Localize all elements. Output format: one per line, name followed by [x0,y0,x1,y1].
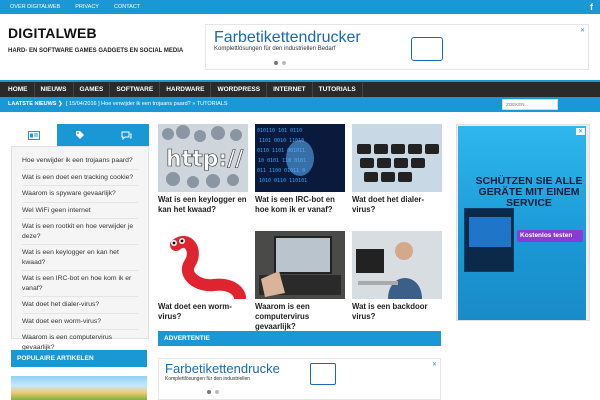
article-title[interactable]: Wat is een IRC-bot en hoe kom ik er vana… [255,195,345,215]
ad-carousel-dots[interactable] [274,61,286,65]
news-ticker: LAATSTE NIEUWS ❯ [ 15/04/2016 ] Hoe verw… [0,97,600,112]
top-link-privacy[interactable]: PRIVACY [75,4,99,10]
side-ad-cta-button[interactable]: Kostenlos testen [517,230,583,242]
article-title[interactable]: Waarom is een computervirus gevaarlijk? [255,302,345,331]
search-input[interactable] [502,99,558,110]
side-ad-headline: SCHÜTZEN SIE ALLE GERÄTE MIT EINEM SERVI… [475,175,583,209]
advertentie-header: ADVERTENTIE [158,331,441,346]
nav-home[interactable]: HOME [2,82,35,97]
site-title[interactable]: DIGITALWEB [8,25,183,41]
ad-close-icon[interactable]: ✕ [432,361,437,368]
tag-icon [76,131,84,139]
article-card[interactable]: Wat doet een worm-virus? [158,231,248,322]
tab-tags[interactable] [57,124,103,146]
article-title[interactable]: Wat doet het dialer-virus? [352,195,442,215]
article-thumbnail[interactable]: http:// [158,124,248,192]
nav-internet[interactable]: INTERNET [267,82,313,97]
tab-comments[interactable] [103,124,149,146]
svg-text:1010 0110 110101: 1010 0110 110101 [259,178,307,184]
bottom-ad-button[interactable] [310,363,336,385]
ad-close-icon[interactable]: ✕ [580,27,585,34]
side-ad-banner[interactable]: SCHÜTZEN SIE ALLE GERÄTE MIT EINEM SERVI… [458,126,586,320]
ticker-label: LAATSTE NIEUWS ❯ [8,101,63,107]
top-links: OVER DIGITALWEB PRIVACY CONTACT [10,4,140,10]
sidebar-post-link[interactable]: Wat is een rootkit en hoe verwijder je d… [22,219,138,245]
sidebar-post-link[interactable]: Wat is een keylogger en kan het kwaad? [22,245,138,271]
product-box-image [464,208,514,272]
sidebar-post-list: Hoe verwijder ik een trojaans paard? Wat… [11,146,149,351]
article-thumbnail[interactable] [255,231,345,299]
top-bar: OVER DIGITALWEB PRIVACY CONTACT f [0,0,600,14]
article-thumbnail[interactable] [352,231,442,299]
bottom-ad-subtitle: Komplettlösungen für den industriellen [165,376,251,382]
article-thumbnail[interactable]: 010110 101 0110 1101 0010 11010 0110 1101 … [255,124,345,192]
svg-text:http://: http:// [166,147,244,172]
article-card[interactable]: Waarom is een computervirus gevaarlijk? [255,231,345,331]
nav-hardware[interactable]: HARDWARE [160,82,212,97]
header-advertisement[interactable]: Farbetikettendrucker Komplettlösungen fü… [205,24,589,70]
header-ad-subtitle: Komplettlösungen für den industriellen B… [214,46,336,52]
sidebar-post-link[interactable]: Wat is een IRC-bot en hoe kom ik er vana… [22,271,138,297]
article-card[interactable]: Wat doet het dialer-virus? [352,124,442,215]
popular-article-thumbnail[interactable] [11,376,147,400]
ad-close-icon[interactable]: ✕ [575,128,585,135]
article-thumbnail[interactable] [158,231,248,299]
article-card[interactable]: Wat is een backdoor virus? [352,231,442,322]
header-ad-button[interactable] [411,37,443,61]
bottom-advertisement[interactable]: Farbetikettendrucke Komplettlösungen für… [158,358,441,400]
nav-software[interactable]: SOFTWARE [110,82,161,97]
sidebar-advertisement[interactable]: SCHÜTZEN SIE ALLE GERÄTE MIT EINEM SERVI… [456,124,590,321]
sidebar-post-link[interactable]: Wat doet het dialer-virus? [22,297,138,314]
nav-tutorials[interactable]: TUTORIALS [313,82,363,97]
bottom-ad-title[interactable]: Farbetikettendrucke [165,361,280,376]
site-logo[interactable]: DIGITALWEB HARD- EN SOFTWARE GAMES GADGE… [8,25,183,54]
sidebar-post-link[interactable]: Hoe verwijder ik een trojaans paard? [22,153,138,170]
svg-text:010110 101 0110: 010110 101 0110 [257,128,302,134]
top-link-contact[interactable]: CONTACT [114,4,140,10]
nav-nieuws[interactable]: NIEUWS [35,82,74,97]
sidebar-tabs [11,124,149,146]
sidebar-post-link[interactable]: Wat is een doet een tracking cookie? [22,170,138,186]
nav-games[interactable]: GAMES [74,82,111,97]
article-card[interactable]: http:// Wat is een keylogger en kan het … [158,124,248,215]
article-thumbnail[interactable] [352,124,442,192]
tab-recent[interactable] [11,124,57,146]
article-title[interactable]: Wat is een keylogger en kan het kwaad? [158,195,248,215]
article-card[interactable]: 010110 101 0110 1101 0010 11010 0110 1101 … [255,124,345,215]
ad-carousel-dots[interactable] [207,390,219,394]
top-link-about[interactable]: OVER DIGITALWEB [10,4,60,10]
facebook-icon[interactable]: f [590,2,593,12]
article-title[interactable]: Wat doet een worm-virus? [158,302,248,322]
header-ad-title[interactable]: Farbetikettendrucker [214,29,361,47]
site-tagline: HARD- EN SOFTWARE GAMES GADGETS EN SOCIA… [8,48,184,54]
popular-articles-header: POPULAIRE ARTIKELEN [11,350,147,367]
sidebar-post-link[interactable]: Wel WiFi geen internet [22,203,138,219]
sidebar-post-link[interactable]: Wat doet een worm-virus? [22,314,138,330]
sidebar-post-link[interactable]: Waarom is spyware gevaarlijk? [22,186,138,203]
ticker-news-link[interactable]: [ 15/04/2016 ] Hoe verwijder ik een troj… [66,101,228,107]
main-navigation: HOME NIEUWS GAMES SOFTWARE HARDWARE WORD… [0,80,600,97]
article-title[interactable]: Wat is een backdoor virus? [352,302,442,322]
nav-wordpress[interactable]: WORDPRESS [211,82,268,97]
comments-icon [121,131,131,140]
list-icon [28,130,40,140]
